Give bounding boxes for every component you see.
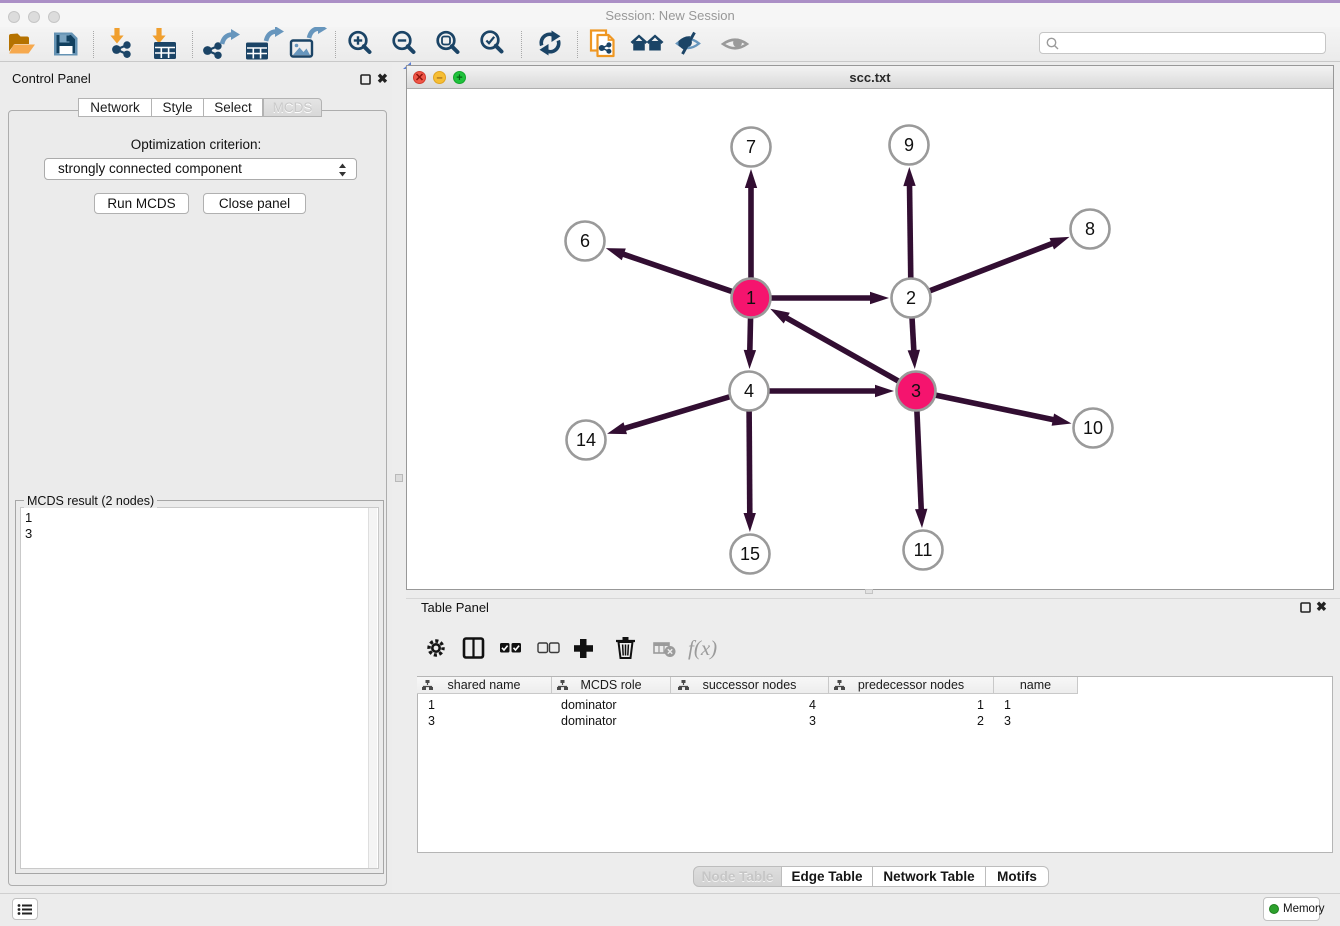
svg-text:8: 8 [1085, 219, 1095, 239]
svg-text:6: 6 [580, 231, 590, 251]
svg-text:11: 11 [914, 540, 933, 560]
svg-text:15: 15 [740, 544, 760, 564]
svg-text:f(x): f(x) [688, 636, 717, 660]
svg-text:7: 7 [746, 137, 756, 157]
svg-text:3: 3 [911, 381, 921, 401]
svg-text:2: 2 [906, 288, 916, 308]
svg-text:14: 14 [576, 430, 596, 450]
svg-text:4: 4 [744, 381, 754, 401]
svg-text:10: 10 [1083, 418, 1103, 438]
svg-text:9: 9 [904, 135, 914, 155]
svg-text:1: 1 [746, 288, 756, 308]
